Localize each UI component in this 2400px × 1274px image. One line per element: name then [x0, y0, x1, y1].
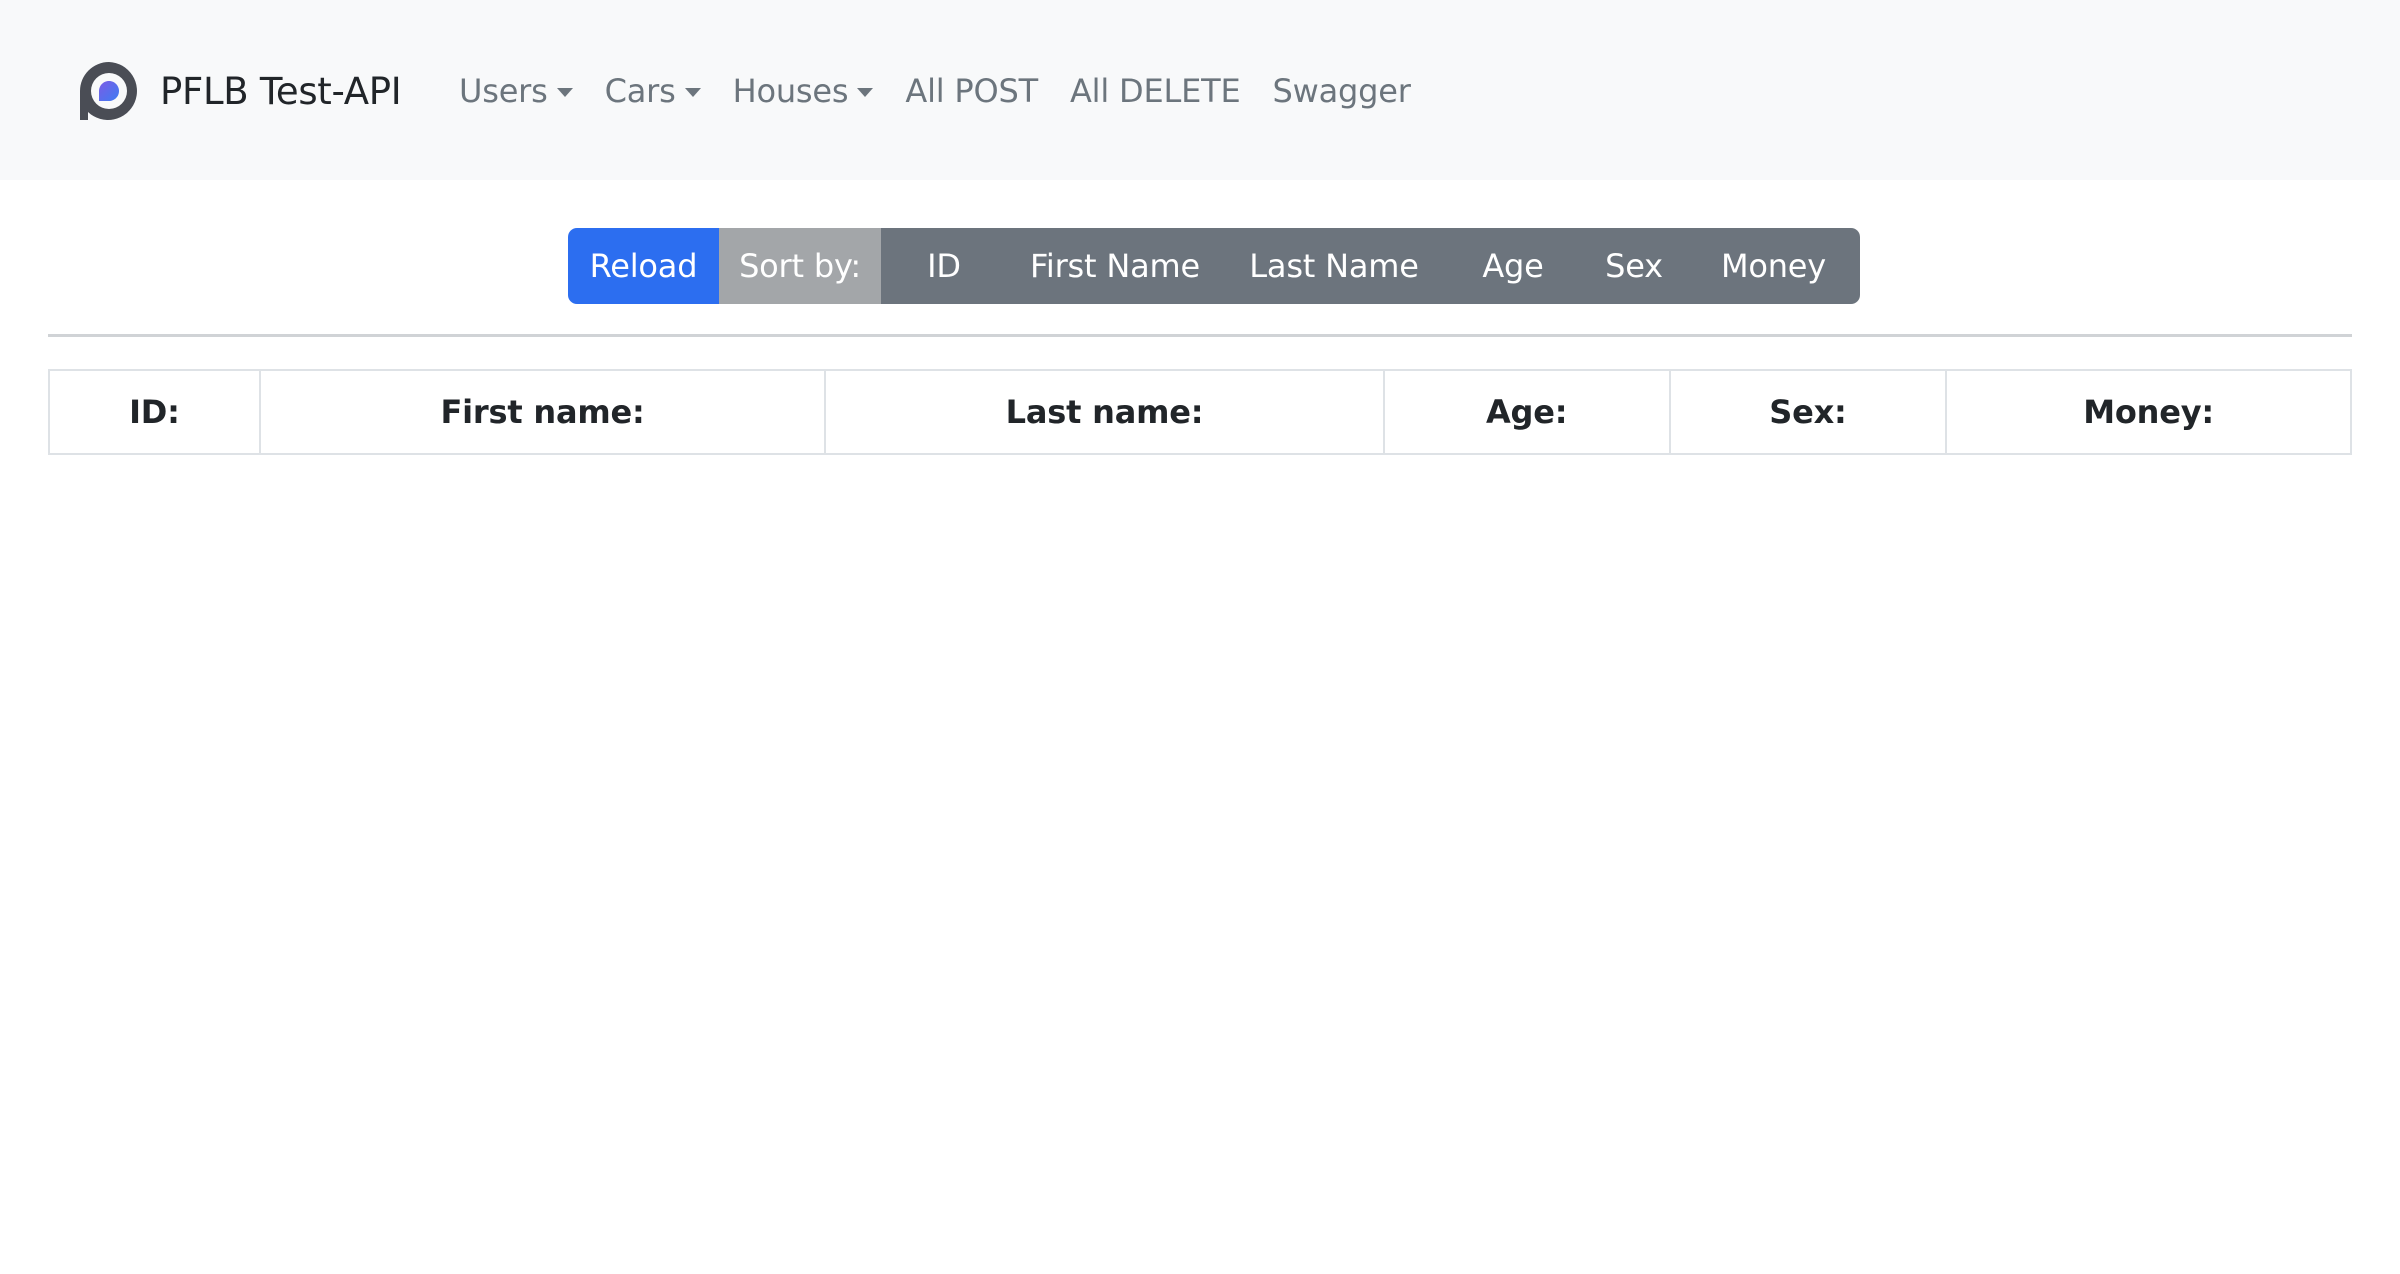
nav-item-label: All DELETE — [1069, 72, 1241, 110]
sort-by-id-button[interactable]: ID — [881, 228, 1007, 304]
brand-title: PFLB Test-API — [160, 69, 402, 113]
nav-link-all-delete[interactable]: All DELETE — [1054, 72, 1257, 110]
column-header-id: ID: — [48, 369, 261, 455]
brand-link[interactable]: PFLB Test-API — [76, 57, 402, 125]
column-header-sex: Sex: — [1668, 369, 1948, 455]
caret-down-icon — [556, 87, 573, 97]
column-header-last-name: Last name: — [824, 369, 1385, 455]
nav-link-swagger[interactable]: Swagger — [1257, 72, 1427, 110]
column-header-money: Money: — [1945, 369, 2352, 455]
nav-dropdown-cars[interactable]: Cars — [589, 72, 717, 110]
sort-by-age-button[interactable]: Age — [1445, 228, 1581, 304]
nav-link-all-post[interactable]: All POST — [889, 72, 1054, 110]
nav-item-label: Cars — [604, 72, 676, 110]
column-header-age: Age: — [1382, 369, 1671, 455]
main-nav: Users Cars Houses All POST All DELETE Sw… — [443, 60, 1427, 122]
reload-button[interactable]: Reload — [568, 228, 719, 304]
section-divider — [48, 334, 2352, 337]
nav-item-label: All POST — [905, 72, 1038, 110]
column-header-first-name: First name: — [258, 369, 827, 455]
sort-by-label: Sort by: — [719, 228, 881, 304]
users-table: ID: First name: Last name: Age: Sex: Mon… — [48, 369, 2352, 455]
nav-item-label: Swagger — [1272, 72, 1411, 110]
pflb-logo-icon — [80, 62, 137, 120]
nav-dropdown-users[interactable]: Users — [443, 72, 589, 110]
nav-item-label: Houses — [732, 72, 849, 110]
caret-down-icon — [684, 87, 701, 97]
table-header-row: ID: First name: Last name: Age: Sex: Mon… — [48, 369, 2352, 455]
navbar: PFLB Test-API Users Cars Houses All POST… — [0, 0, 2400, 180]
sort-by-last-name-button[interactable]: Last Name — [1223, 228, 1445, 304]
sort-toolbar: Reload Sort by: ID First Name Last Name … — [568, 228, 1860, 304]
sort-by-sex-button[interactable]: Sex — [1581, 228, 1687, 304]
sort-by-first-name-button[interactable]: First Name — [1007, 228, 1223, 304]
caret-down-icon — [857, 87, 874, 97]
nav-dropdown-houses[interactable]: Houses — [717, 72, 890, 110]
nav-item-label: Users — [459, 72, 548, 110]
sort-by-money-button[interactable]: Money — [1687, 228, 1860, 304]
